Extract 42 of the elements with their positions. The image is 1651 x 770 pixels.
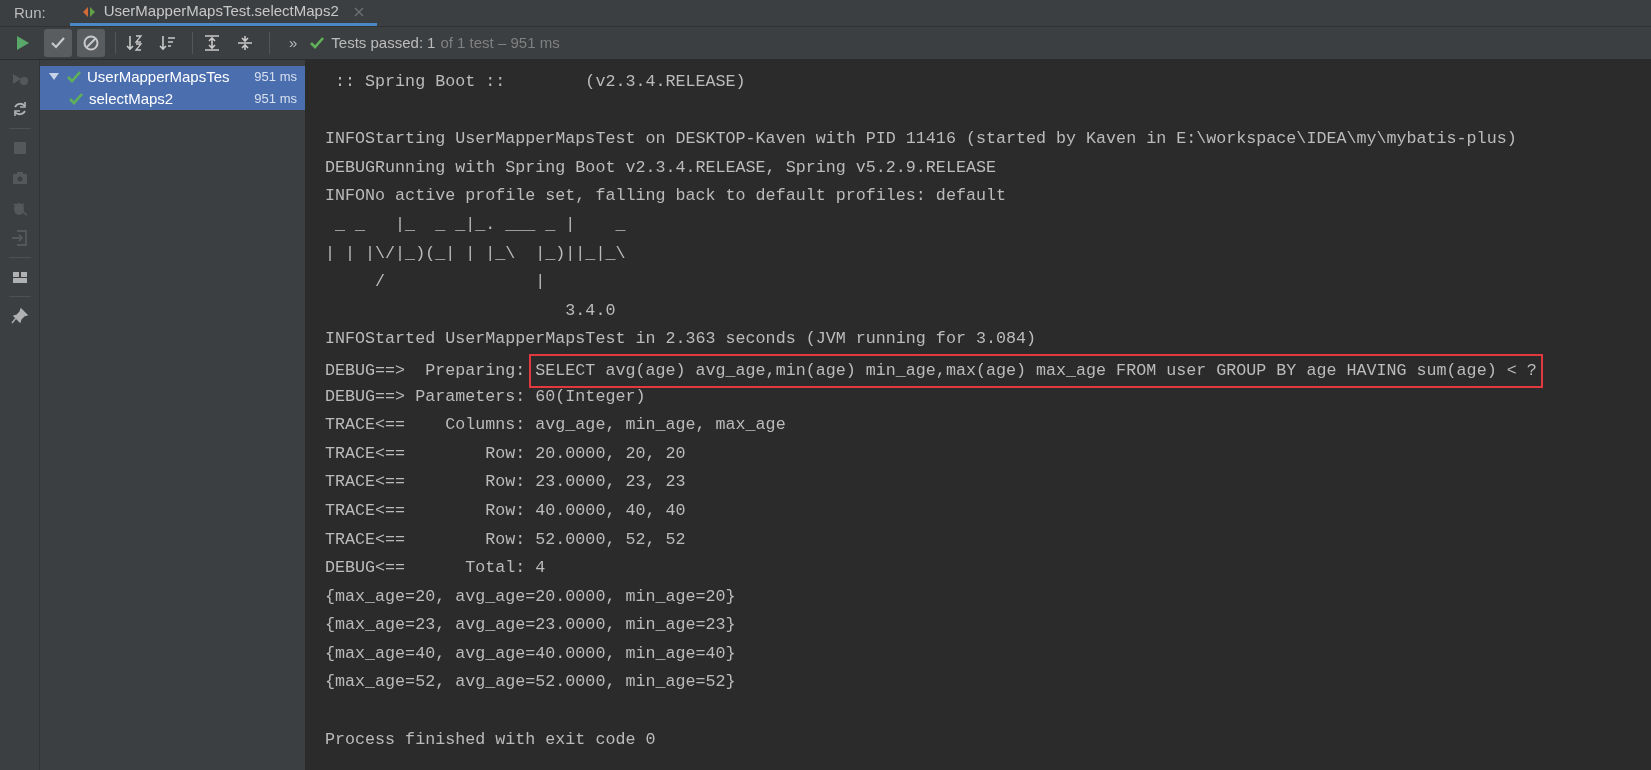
camera-icon [10,169,29,187]
console-text: DEBUG==> Preparing: [325,360,527,380]
close-icon [352,5,365,18]
console-line: | | |\/|_)(_| | |_\ |_)||_|_\ [325,243,626,263]
sort-duration-icon [159,34,177,52]
console-line: TRACE<== Columns: avg_age, min_age, max_age [325,415,786,435]
console-line: {max_age=52, avg_age=52.0000, min_age=52} [325,672,736,692]
run-label: Run: [13,2,47,23]
tree-row[interactable]: selectMaps2 951 ms [40,88,305,110]
show-passed-button[interactable] [44,29,72,57]
sort-alpha-icon [126,34,144,52]
console-line: DEBUG==> Parameters: 60(Integer) [325,386,646,406]
console-line: :: Spring Boot :: (v2.3.4.RELEASE) [334,72,746,91]
console-line: INFOStarting UserMapperMapsTest on DESKTOP-Kaven with PID 11416 (started by Kaven in E:\workspace\IDEA\my\mybatis-plus) [325,129,1517,149]
console-line: 3.4.0 [564,300,616,320]
more-button[interactable]: » [289,31,298,55]
console-line: TRACE<== Row: 52.0000, 52, 52 [325,529,686,549]
console-line: INFONo active profile set, falling back to default profiles: default [325,186,1006,206]
collapse-icon [236,34,254,52]
console-line: {max_age=20, avg_age=20.0000, min_age=20} [325,586,736,606]
highlighted-sql: SELECT avg(age) avg_age,min(age) min_age,max(age) max_age FROM user GROUP BY age HAVING sum(age) < ? [529,353,1543,388]
console-line: TRACE<== Row: 20.0000, 20, 20 [325,443,686,463]
import-icon [10,229,29,247]
console-line: TRACE<== Row: 40.0000, 40, 40 [325,500,686,520]
console-line: INFOStarted UserMapperMapsTest in 2.363 seconds (JVM running for 3.084) [325,329,1036,349]
status-count: 1 [427,32,436,53]
test-config-icon [81,4,96,19]
console-line: DEBUG<== Total: 4 [325,558,546,578]
status-label: Tests passed: [331,32,424,53]
console-line: TRACE<== Row: 23.0000, 23, 23 [325,472,686,492]
console-line: _ _ |_ _ _|_. ___ _ | _ [334,214,626,234]
status-detail: of 1 test – 951 ms [440,32,560,53]
console-line: / | [374,272,546,292]
console-line: DEBUGRunning with Spring Boot v2.3.4.RELEASE, Spring v5.2.9.RELEASE [325,157,996,177]
console-line: {max_age=23, avg_age=23.0000, min_age=23} [325,615,736,635]
ignore-icon [82,34,100,52]
expand-icon [203,34,221,52]
console-line: Process finished with exit code 0 [325,729,656,749]
tree-row[interactable]: UserMapperMapsTes 951 ms [40,66,305,88]
pin-icon [10,307,29,325]
console-line: {max_age=40, avg_age=40.0000, min_age=40} [325,643,736,663]
show-ignored-button[interactable] [77,29,105,57]
